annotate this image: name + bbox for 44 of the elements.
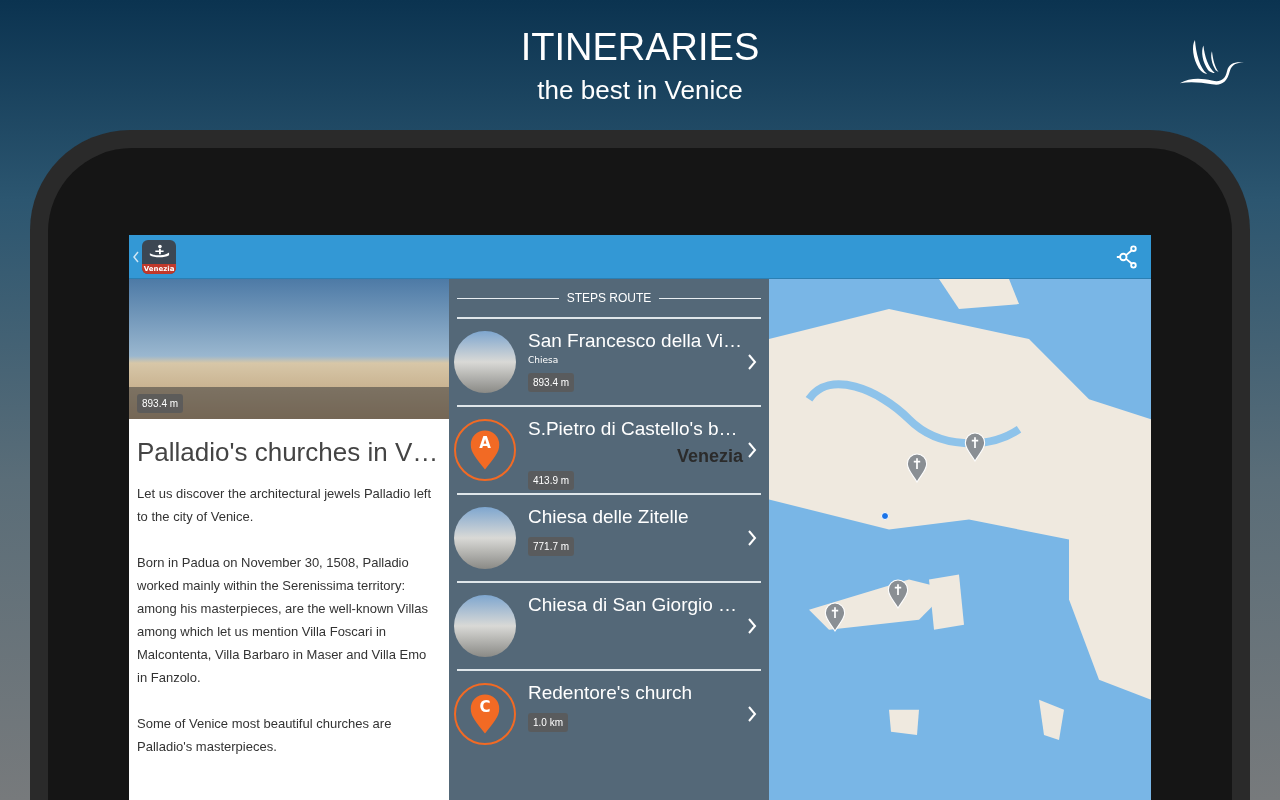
step-title: S.Pietro di Castello's b…: [528, 417, 738, 441]
island-area: [889, 709, 919, 735]
distance-badge: 893.4 m: [528, 373, 575, 392]
section-heading: STEPS ROUTE: [566, 291, 652, 305]
chevron-right-icon: [747, 617, 757, 635]
distance-badge: 771.7 m: [528, 537, 575, 556]
step-title: Chiesa di San Giorgio …: [528, 593, 738, 617]
step-category: Chiesa: [528, 355, 559, 365]
distance-badge: 1.0 km: [528, 713, 568, 732]
island-area: [1039, 699, 1064, 740]
step-title: Redentore's church: [528, 681, 693, 705]
map-pin-icon[interactable]: [824, 602, 846, 632]
map-pin-icon[interactable]: [906, 453, 928, 483]
headline: ITINERARIES: [520, 26, 760, 68]
itinerary-title: Palladio's churches in V…: [136, 436, 440, 469]
step-item[interactable]: C Redentore's church 1.0 km: [457, 669, 761, 757]
step-title: Chiesa delle Zitelle: [528, 505, 689, 529]
map-label: Venezia: [676, 446, 743, 467]
description-paragraph: Some of Venice most beautiful churches are Palladio's masterpieces.: [137, 715, 393, 756]
map-pin-icon[interactable]: [887, 579, 909, 609]
map-pin-icon[interactable]: [964, 432, 986, 462]
map-pin-icon: [469, 693, 501, 735]
description-paragraph: Let us discover the architectural jewels Palladio left to the city of Venice.: [137, 485, 433, 526]
chevron-right-icon: [747, 353, 757, 371]
gondolier-icon: [148, 243, 170, 259]
distance-badge: 893.4 m: [137, 393, 184, 413]
marker-letter: C: [478, 697, 492, 717]
marker-letter: A: [478, 433, 492, 453]
step-item[interactable]: Chiesa delle Zitelle 771.7 m: [457, 493, 761, 581]
subheadline: the best in Venice: [537, 74, 743, 107]
chevron-right-icon: [747, 705, 757, 723]
location-dot-icon: [881, 512, 889, 520]
chevron-right-icon: [747, 529, 757, 547]
chevron-right-icon: [747, 441, 757, 459]
island-area: [929, 574, 964, 630]
map-pin-icon: [469, 429, 501, 471]
map-drawing[interactable]: [769, 279, 1151, 800]
step-item[interactable]: San Francesco della Vi… Chiesa 893.4 m: [457, 317, 761, 405]
share-icon[interactable]: [1115, 244, 1139, 269]
back-icon[interactable]: [133, 250, 139, 263]
description-paragraph: Born in Padua on November 30, 1508, Palladio worked mainly within the Serenissima territory: among his masterpieces, are the well-known Villas among which let us mention Villa Foscari in Malcontenta, Villa Barbaro in Maser and Villa Emo in Fanzolo.: [137, 554, 429, 687]
distance-badge: 413.9 m: [528, 471, 575, 490]
step-item[interactable]: Chiesa di San Giorgio …: [457, 581, 761, 669]
step-title: San Francesco della Vi…: [528, 329, 743, 353]
